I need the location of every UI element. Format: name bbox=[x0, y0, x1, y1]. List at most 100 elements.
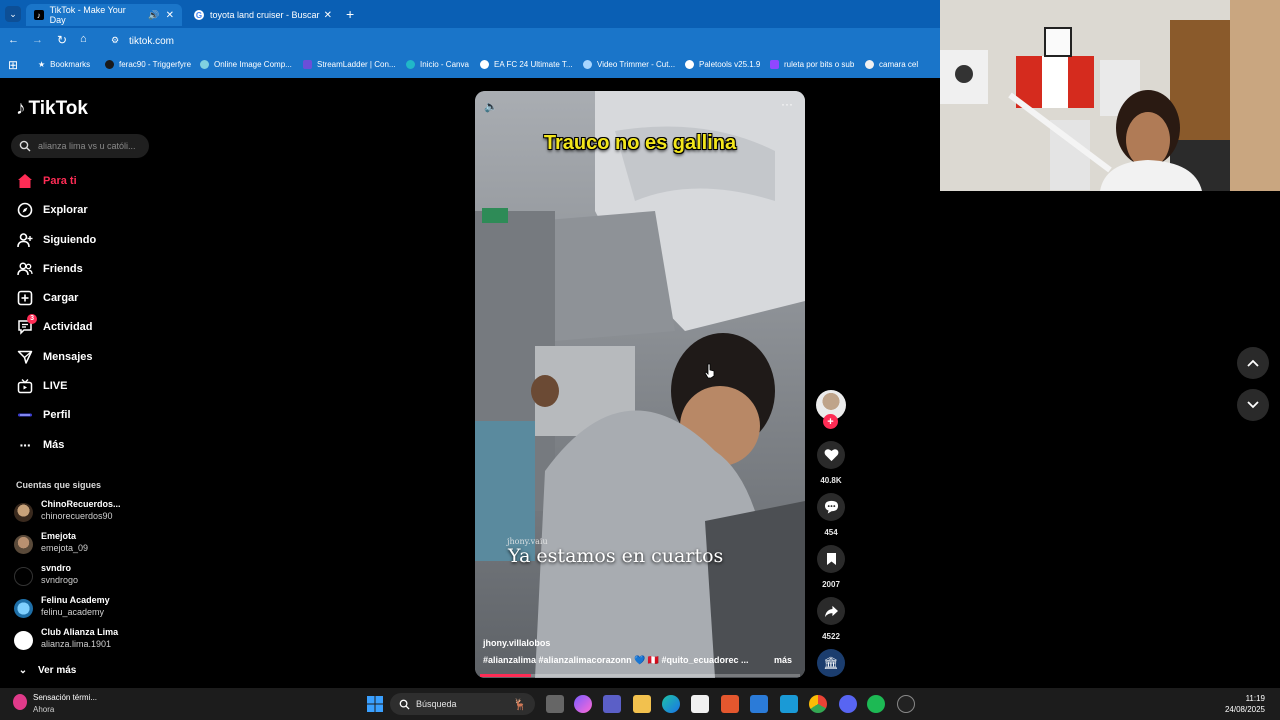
heart-icon bbox=[824, 449, 838, 462]
webcam-overlay bbox=[940, 0, 1280, 191]
avatar bbox=[14, 631, 33, 650]
share-arrow-icon bbox=[824, 605, 838, 617]
followed-account-item[interactable]: Club Alianza Lima alianza.lima.1901 bbox=[14, 627, 154, 653]
sound-disc-button[interactable]: 🏛 bbox=[817, 649, 845, 677]
close-tab-icon[interactable]: ✕ bbox=[324, 10, 332, 21]
comment-icon bbox=[824, 500, 838, 514]
share-button[interactable] bbox=[817, 597, 845, 625]
weather-widget-title[interactable]: Sensación térmi... bbox=[33, 693, 97, 702]
chevron-down-icon: ⌄ bbox=[18, 664, 28, 676]
bookmark-favicon-icon bbox=[480, 60, 489, 69]
tab-list-dropdown-button[interactable]: ⌄ bbox=[5, 6, 21, 22]
next-video-button[interactable] bbox=[1237, 389, 1269, 421]
tiktok-note-icon: ♪ bbox=[16, 98, 26, 119]
file-explorer-icon[interactable] bbox=[633, 695, 651, 713]
url-field[interactable]: tiktok.com bbox=[129, 36, 174, 47]
tiktok-logo[interactable]: ♪ TikTok bbox=[16, 98, 88, 120]
compass-icon bbox=[16, 201, 34, 219]
followed-account-item[interactable]: Emejota emejota_09 bbox=[14, 531, 154, 557]
new-tab-button[interactable]: + bbox=[346, 6, 354, 22]
video-top-caption: Trauco no es gallina bbox=[543, 132, 737, 154]
chrome-icon[interactable] bbox=[809, 695, 827, 713]
bookmarks-bar: ⊞ ★ Bookmarks ferac90 - Triggerfyre Onlin… bbox=[0, 54, 940, 78]
nav-friends[interactable]: Friends bbox=[16, 260, 83, 278]
previous-video-button[interactable] bbox=[1237, 347, 1269, 379]
nav-mas[interactable]: ··· Más bbox=[16, 436, 65, 454]
office-app-icon[interactable] bbox=[721, 695, 739, 713]
search-input[interactable]: alianza lima vs u católi... bbox=[11, 134, 149, 158]
like-button[interactable] bbox=[817, 441, 845, 469]
nav-actividad[interactable]: 3 Actividad bbox=[16, 314, 93, 336]
teams-icon[interactable] bbox=[603, 695, 621, 713]
video-hashtags[interactable]: #alianzalima #alianzalimacorazonn 💙 🇵🇪 #… bbox=[483, 655, 773, 666]
volume-icon[interactable]: 🔈 bbox=[484, 100, 498, 113]
obs-icon[interactable] bbox=[897, 695, 915, 713]
back-icon[interactable]: ← bbox=[8, 34, 19, 46]
video-player[interactable]: 🔈 ··· bbox=[475, 91, 805, 678]
apps-grid-icon[interactable]: ⊞ bbox=[8, 58, 18, 72]
video-options-icon[interactable]: ··· bbox=[781, 97, 793, 111]
bookmark-folder[interactable]: ★ Bookmarks bbox=[38, 60, 90, 69]
search-highlight-icon: 🦌 bbox=[513, 698, 527, 711]
close-tab-icon[interactable]: ✕ bbox=[166, 10, 174, 21]
followed-account-item[interactable]: ChinoRecuerdos... chinorecuerdos90 bbox=[14, 499, 154, 525]
taskbar-search-box[interactable]: Búsqueda 🦌 bbox=[390, 693, 535, 715]
save-count: 2007 bbox=[822, 580, 840, 589]
video-frame-image bbox=[475, 91, 805, 678]
task-view-icon[interactable] bbox=[546, 695, 564, 713]
windows-start-icon[interactable] bbox=[366, 695, 384, 713]
bookmark-item[interactable]: Inicio - Canva bbox=[406, 60, 469, 69]
site-info-icon[interactable]: ⚙ bbox=[111, 35, 119, 46]
more-icon: ··· bbox=[19, 437, 32, 453]
bookmark-item[interactable]: camara cel bbox=[865, 60, 918, 69]
forward-icon[interactable]: → bbox=[32, 34, 43, 46]
video-author-link[interactable]: jhony.villalobos bbox=[483, 638, 550, 648]
discord-icon[interactable] bbox=[839, 695, 857, 713]
bookmark-item[interactable]: Online Image Comp... bbox=[200, 60, 292, 69]
bookmark-item[interactable]: ruleta por bits o sub bbox=[770, 60, 854, 69]
nav-mensajes[interactable]: Mensajes bbox=[16, 348, 93, 366]
follow-plus-button[interactable]: + bbox=[823, 414, 838, 429]
clock-time: 11:19 bbox=[1245, 694, 1265, 703]
comment-button[interactable] bbox=[817, 493, 845, 521]
nav-perfil[interactable]: Perfil bbox=[16, 406, 71, 424]
video-bottom-caption: Ya estamos en cuartos bbox=[508, 545, 724, 567]
bookmark-favicon-icon bbox=[583, 60, 592, 69]
video-progress-bar[interactable] bbox=[480, 674, 800, 677]
bookmark-item[interactable]: StreamLadder | Con... bbox=[303, 60, 396, 69]
copilot-icon[interactable] bbox=[574, 695, 592, 713]
tab-tiktok[interactable]: ♪ TikTok - Make Your Day 🔊 ✕ bbox=[26, 4, 182, 26]
bookmark-favicon-icon bbox=[770, 60, 779, 69]
nav-cargar[interactable]: Cargar bbox=[16, 289, 78, 307]
bookmark-item[interactable]: EA FC 24 Ultimate T... bbox=[480, 60, 573, 69]
avatar bbox=[14, 503, 33, 522]
address-bar-row: ← → ↻ ⌂ ⚙ tiktok.com bbox=[0, 28, 940, 54]
spotify-icon[interactable] bbox=[867, 695, 885, 713]
mail-icon[interactable] bbox=[750, 695, 768, 713]
avatar bbox=[14, 567, 33, 586]
bookmark-favicon-icon bbox=[200, 60, 209, 69]
edge-icon[interactable] bbox=[662, 695, 680, 713]
nav-explorar[interactable]: Explorar bbox=[16, 201, 88, 219]
bookmark-item[interactable]: Video Trimmer - Cut... bbox=[583, 60, 675, 69]
bookmark-icon bbox=[826, 553, 836, 565]
system-clock[interactable]: 11:19 24/08/2025 bbox=[1215, 693, 1265, 715]
weather-icon[interactable] bbox=[13, 694, 27, 710]
canva-icon bbox=[406, 60, 415, 69]
see-more-button[interactable]: ⌄ Ver más bbox=[16, 661, 77, 679]
profile-avatar-icon bbox=[16, 406, 34, 424]
store-icon[interactable] bbox=[691, 695, 709, 713]
caption-more-link[interactable]: más bbox=[774, 655, 792, 665]
tab-toyota-search[interactable]: G toyota land cruiser - Buscar con ✕ bbox=[186, 4, 340, 26]
save-button[interactable] bbox=[817, 545, 845, 573]
reload-icon[interactable]: ↻ bbox=[57, 33, 67, 47]
nav-siguiendo[interactable]: Siguiendo bbox=[16, 231, 96, 249]
nav-para-ti[interactable]: Para ti bbox=[16, 172, 77, 190]
bookmark-item[interactable]: Paletools v25.1.9 bbox=[685, 60, 760, 69]
home-page-icon[interactable]: ⌂ bbox=[80, 33, 87, 45]
photos-icon[interactable] bbox=[780, 695, 798, 713]
bookmark-item[interactable]: ferac90 - Triggerfyre bbox=[105, 60, 191, 69]
followed-account-item[interactable]: Felinu Academy felinu_academy bbox=[14, 595, 154, 621]
nav-live[interactable]: LIVE bbox=[16, 377, 67, 395]
followed-account-item[interactable]: svndro svndrogo bbox=[14, 563, 154, 589]
